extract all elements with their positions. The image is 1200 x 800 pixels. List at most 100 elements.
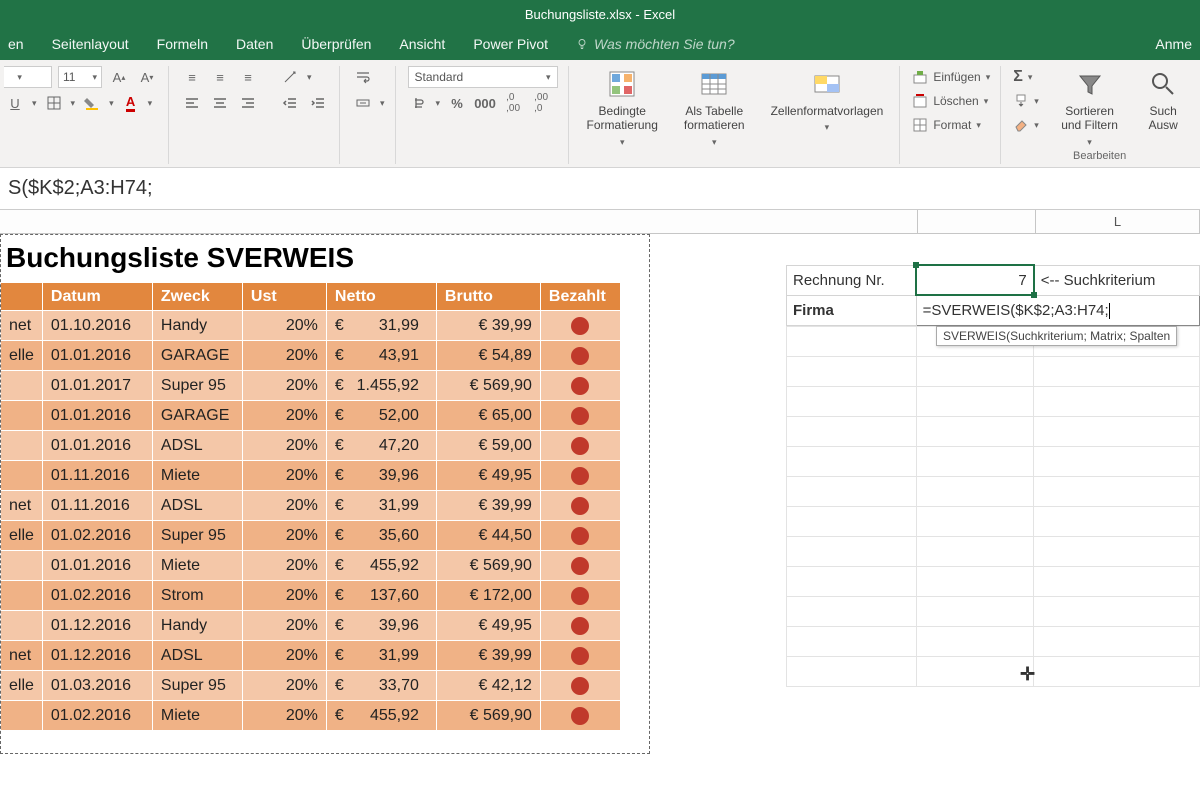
- percent-icon[interactable]: %: [446, 92, 468, 114]
- fill-button[interactable]: ▾: [1013, 90, 1039, 112]
- currency-icon[interactable]: [408, 92, 430, 114]
- align-left-icon[interactable]: [181, 92, 203, 114]
- group-number: Standard▾ ▾ % 000 ,0,00 ,00,0: [398, 66, 569, 164]
- table-row[interactable]: net01.10.2016Handy20%€31,99€ 39,99: [1, 311, 621, 341]
- lightbulb-icon: [576, 38, 588, 50]
- col-header-4[interactable]: Netto: [326, 283, 436, 311]
- border-icon[interactable]: [43, 92, 65, 114]
- wrap-text-icon[interactable]: [352, 66, 374, 88]
- table-row[interactable]: 01.02.2016Miete20%€455,92€ 569,90: [1, 701, 621, 731]
- tab-formeln[interactable]: Formeln: [157, 36, 208, 52]
- formula-text: S($K$2;A3:H74;: [8, 177, 153, 200]
- col-header-2[interactable]: Zweck: [152, 283, 242, 311]
- ribbon-tabs: en Seitenlayout Formeln Daten Überprüfen…: [0, 28, 1200, 60]
- table-row[interactable]: 01.02.2016Strom20%€137,60€ 172,00: [1, 581, 621, 611]
- table-row[interactable]: 01.01.2017Super 9520%€1.455,92€ 569,90: [1, 371, 621, 401]
- autosum-button[interactable]: Σ ▾: [1013, 66, 1039, 88]
- font-family-combo[interactable]: ▾: [4, 66, 52, 88]
- formula-edit-cell[interactable]: =SVERWEIS($K$2;A3:H74;: [916, 295, 1199, 325]
- increase-indent-icon[interactable]: [307, 92, 329, 114]
- clear-button[interactable]: ▾: [1013, 114, 1039, 136]
- tab-ueberpruefen[interactable]: Überprüfen: [301, 36, 371, 52]
- align-middle-icon[interactable]: ≡: [209, 66, 231, 88]
- status-dot-icon: [571, 467, 589, 485]
- underline-icon[interactable]: U: [4, 92, 26, 114]
- align-right-icon[interactable]: [237, 92, 259, 114]
- status-dot-icon: [571, 497, 589, 515]
- status-dot-icon: [571, 437, 589, 455]
- tell-me[interactable]: Was möchten Sie tun?: [576, 36, 735, 52]
- table-row[interactable]: elle01.01.2016GARAGE20%€43,91€ 54,89: [1, 341, 621, 371]
- data-table[interactable]: DatumZweckUstNettoBruttoBezahlt net01.10…: [0, 282, 621, 731]
- status-dot-icon: [571, 557, 589, 575]
- conditional-formatting-icon: [606, 68, 638, 100]
- worksheet-grid[interactable]: Buchungsliste SVERWEIS DatumZweckUstNett…: [0, 234, 1200, 731]
- font-color-icon[interactable]: A: [120, 92, 142, 114]
- col-header-1[interactable]: Datum: [42, 283, 152, 311]
- merge-icon[interactable]: [352, 92, 374, 114]
- thousands-icon[interactable]: 000: [474, 92, 496, 114]
- group-alignment: ≡ ≡ ≡ ▾: [171, 66, 340, 164]
- tab-ansicht[interactable]: Ansicht: [399, 36, 445, 52]
- decrease-decimal-icon[interactable]: ,00,0: [530, 92, 552, 114]
- sort-filter-button[interactable]: Sortieren und Filtern▾: [1053, 66, 1127, 150]
- col-header-0[interactable]: [1, 283, 43, 311]
- status-dot-icon: [571, 407, 589, 425]
- font-size-combo[interactable]: 11▾: [58, 66, 102, 88]
- cell-cursor-icon: ✛: [1020, 664, 1035, 685]
- cell-styles-button[interactable]: Zellenformatvorlagen▾: [765, 66, 890, 135]
- increase-decimal-icon[interactable]: ,0,00: [502, 92, 524, 114]
- column-headers: L: [0, 210, 1200, 234]
- status-dot-icon: [571, 317, 589, 335]
- format-as-table-button[interactable]: Als Tabelle formatieren▾: [678, 66, 751, 150]
- tab-seitenlayout[interactable]: Seitenlayout: [52, 36, 129, 52]
- table-row[interactable]: net01.12.2016ADSL20%€31,99€ 39,99: [1, 641, 621, 671]
- formula-bar[interactable]: S($K$2;A3:H74;: [0, 168, 1200, 210]
- align-center-icon[interactable]: [209, 92, 231, 114]
- format-icon: [912, 117, 928, 133]
- status-dot-icon: [571, 647, 589, 665]
- account-link[interactable]: Anme: [1155, 36, 1192, 52]
- status-dot-icon: [571, 707, 589, 725]
- rechnung-value-cell[interactable]: 7: [916, 265, 1034, 295]
- fill-color-icon[interactable]: [81, 92, 103, 114]
- window-title: Buchungsliste.xlsx - Excel: [525, 7, 675, 22]
- table-row[interactable]: 01.01.2016ADSL20%€47,20€ 59,00: [1, 431, 621, 461]
- sigma-icon: Σ: [1013, 68, 1023, 86]
- orientation-icon[interactable]: [279, 66, 301, 88]
- table-row[interactable]: 01.01.2016GARAGE20%€52,00€ 65,00: [1, 401, 621, 431]
- tab-daten[interactable]: Daten: [236, 36, 273, 52]
- col-header-6[interactable]: Bezahlt: [540, 283, 620, 311]
- conditional-formatting-button[interactable]: Bedingte Formatierung▾: [581, 66, 664, 150]
- decrease-indent-icon[interactable]: [279, 92, 301, 114]
- table-row[interactable]: elle01.02.2016Super 9520%€35,60€ 44,50: [1, 521, 621, 551]
- align-top-icon[interactable]: ≡: [181, 66, 203, 88]
- table-row[interactable]: net01.11.2016ADSL20%€31,99€ 39,99: [1, 491, 621, 521]
- tab-0[interactable]: en: [8, 36, 24, 52]
- decrease-font-icon[interactable]: A▾: [136, 66, 158, 88]
- format-button[interactable]: Format ▾: [912, 114, 990, 136]
- col-L[interactable]: L: [1036, 210, 1200, 233]
- delete-button[interactable]: Löschen ▾: [912, 90, 990, 112]
- align-bottom-icon[interactable]: ≡: [237, 66, 259, 88]
- suchkriterium-note: <-- Suchkriterium: [1034, 265, 1200, 295]
- col-header-3[interactable]: Ust: [242, 283, 326, 311]
- status-dot-icon: [571, 677, 589, 695]
- formula-tooltip: SVERWEIS(Suchkriterium; Matrix; Spalten: [936, 326, 1177, 346]
- number-format-combo[interactable]: Standard▾: [408, 66, 558, 88]
- insert-button[interactable]: Einfügen ▾: [912, 66, 990, 88]
- status-dot-icon: [571, 617, 589, 635]
- col-header-5[interactable]: Brutto: [436, 283, 540, 311]
- tab-powerpivot[interactable]: Power Pivot: [473, 36, 548, 52]
- status-dot-icon: [571, 527, 589, 545]
- status-dot-icon: [571, 377, 589, 395]
- increase-font-icon[interactable]: A▴: [108, 66, 130, 88]
- find-select-button[interactable]: Such Ausw: [1140, 66, 1186, 150]
- title-bar: Buchungsliste.xlsx - Excel: [0, 0, 1200, 28]
- table-row[interactable]: elle01.03.2016Super 9520%€33,70€ 42,12: [1, 671, 621, 701]
- table-row[interactable]: 01.12.2016Handy20%€39,96€ 49,95: [1, 611, 621, 641]
- table-row[interactable]: 01.11.2016Miete20%€39,96€ 49,95: [1, 461, 621, 491]
- rechnung-label: Rechnung Nr.: [787, 265, 917, 295]
- table-row[interactable]: 01.01.2016Miete20%€455,92€ 569,90: [1, 551, 621, 581]
- group-styles: Bedingte Formatierung▾ Als Tabelle forma…: [571, 66, 901, 164]
